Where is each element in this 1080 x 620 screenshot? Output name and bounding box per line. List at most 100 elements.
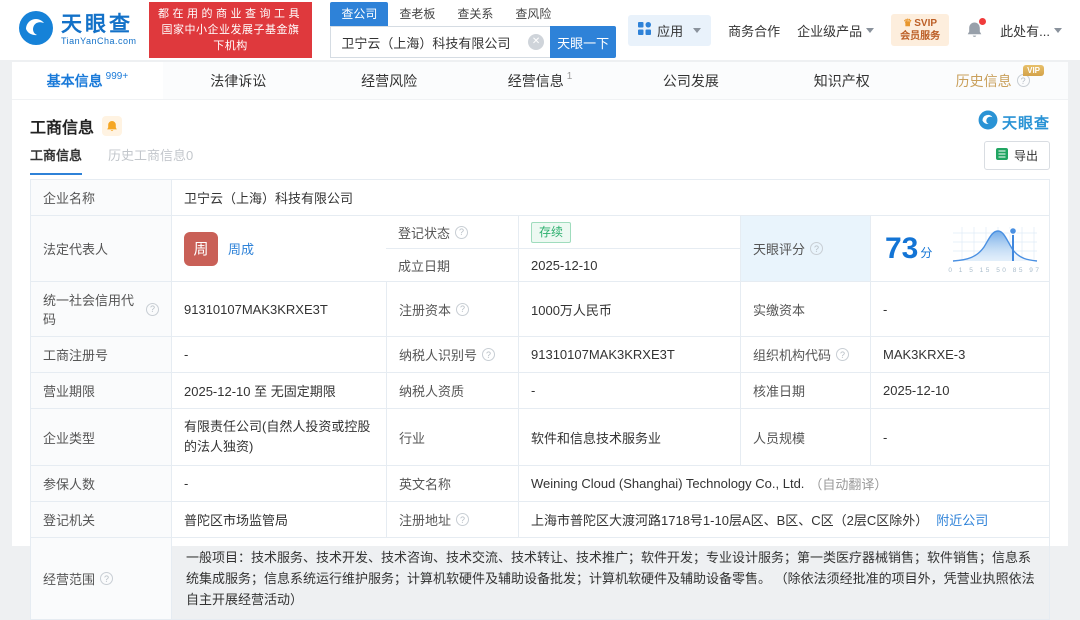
label-text: 注册资本 bbox=[399, 302, 452, 318]
approve-date-value: 2025-12-10 bbox=[870, 373, 1049, 408]
search-input[interactable] bbox=[330, 26, 551, 58]
score-value: 73 bbox=[885, 231, 919, 265]
subtab-history-business-info[interactable]: 历史工商信息0 bbox=[108, 145, 193, 175]
reg-no-label: 工商注册号 bbox=[31, 337, 171, 372]
export-button[interactable]: 导出 bbox=[983, 141, 1050, 170]
nav-business-cooperation[interactable]: 商务合作 bbox=[728, 21, 780, 40]
business-scope-label: 经营范围 bbox=[31, 538, 171, 619]
paid-capital-value: - bbox=[870, 282, 1049, 336]
english-name-cell: Weining Cloud (Shanghai) Technology Co.,… bbox=[518, 466, 1049, 501]
business-scope-value: 一般项目：技术服务、技术开发、技术咨询、技术交流、技术转让、技术推广；软件开发；… bbox=[171, 538, 1049, 619]
username: 此处有... bbox=[1000, 23, 1050, 39]
subtab-row: 工商信息 历史工商信息0 导出 bbox=[30, 139, 1050, 175]
score-cell[interactable]: 73 分 0 1 5 15 50 85 97 bbox=[870, 216, 1056, 281]
tianyancha-logo[interactable]: 天眼查 TianYanCha.com bbox=[18, 10, 137, 51]
enterprise-products-label: 企业级产品 bbox=[797, 23, 863, 39]
reg-capital-value: 1000万人民币 bbox=[518, 282, 740, 336]
approve-date-label: 核准日期 bbox=[740, 373, 870, 408]
nav-enterprise-products[interactable]: 企业级产品 bbox=[797, 21, 875, 40]
table-row: 经营范围 一般项目：技术服务、技术开发、技术咨询、技术交流、技术转让、技术推广；… bbox=[31, 537, 1049, 619]
help-icon[interactable] bbox=[482, 348, 496, 361]
user-menu[interactable]: 此处有... bbox=[1000, 21, 1062, 40]
top-header: 天眼查 TianYanCha.com 都在用的商业查询工具 国家中小企业发展子基… bbox=[0, 0, 1080, 60]
uscc-value: 91310107MAK3KRXE3T bbox=[171, 282, 386, 336]
company-type-label: 企业类型 bbox=[31, 409, 171, 465]
english-name-label: 英文名称 bbox=[386, 466, 518, 501]
company-name-label: 企业名称 bbox=[31, 180, 171, 215]
tab-company-development[interactable]: 公司发展 bbox=[615, 62, 766, 99]
subtab-business-info[interactable]: 工商信息 bbox=[30, 145, 83, 175]
taxpayer-id-value: 91310107MAK3KRXE3T bbox=[518, 337, 740, 372]
tab-label: 法律诉讼 bbox=[210, 72, 267, 89]
logo-title: 天眼查 bbox=[61, 13, 133, 36]
table-row: 企业名称 卫宁云（上海）科技有限公司 bbox=[31, 180, 1049, 215]
reg-status-cell: 存续 bbox=[518, 216, 740, 248]
company-card: 基本信息 999+ 法律诉讼 经营风险 经营信息 1 公司发展 知识产权 历史信… bbox=[12, 62, 1068, 620]
tianyancha-watermark-icon bbox=[978, 110, 998, 134]
help-icon[interactable] bbox=[100, 572, 114, 585]
legal-rep-avatar[interactable]: 周 bbox=[184, 231, 218, 266]
tab-label: 公司发展 bbox=[662, 72, 719, 89]
slogan-badge: 都在用的商业查询工具 国家中小企业发展子基金旗下机构 bbox=[148, 2, 313, 58]
industry-label: 行业 bbox=[386, 409, 518, 465]
label-text: 经营范围 bbox=[43, 572, 96, 587]
search-tab-boss[interactable]: 查老板 bbox=[388, 2, 446, 26]
tab-operation-info[interactable]: 经营信息 1 bbox=[465, 62, 616, 99]
legal-rep-link[interactable]: 周成 bbox=[228, 239, 254, 258]
org-code-value: MAK3KRXE-3 bbox=[870, 337, 1049, 372]
tab-label: 历史信息 bbox=[955, 72, 1012, 89]
search-button[interactable]: 天眼一下 bbox=[550, 26, 617, 58]
help-icon[interactable] bbox=[456, 302, 470, 316]
score-distribution-chart: 0 1 5 15 50 85 97 99 100 bbox=[948, 223, 1042, 274]
taxpayer-id-label: 纳税人识别号 bbox=[386, 337, 518, 372]
est-date-label: 成立日期 bbox=[398, 258, 451, 274]
tab-count-badge: 999+ bbox=[105, 70, 129, 82]
label-text: 天眼评分 bbox=[753, 242, 806, 257]
tab-label: 经营风险 bbox=[361, 72, 418, 89]
reg-status-label: 登记状态 bbox=[386, 216, 518, 248]
tianyancha-watermark: 天眼查 bbox=[978, 110, 1050, 134]
tab-legal-proceedings[interactable]: 法律诉讼 bbox=[163, 62, 314, 99]
svip-label: SVIP bbox=[914, 18, 938, 29]
search-tab-company[interactable]: 查公司 bbox=[330, 2, 389, 26]
nearby-companies-link[interactable]: 附近公司 bbox=[936, 510, 988, 529]
table-row: 法定代表人 周 周成 登记状态 存续 bbox=[31, 215, 1049, 281]
company-name-value: 卫宁云（上海）科技有限公司 bbox=[171, 180, 1049, 215]
table-row: 工商注册号 - 纳税人识别号 91310107MAK3KRXE3T 组织机构代码… bbox=[31, 336, 1049, 372]
reg-no-value: - bbox=[171, 337, 386, 372]
announcement-bell-icon[interactable] bbox=[102, 116, 123, 136]
insured-count-value: - bbox=[171, 466, 386, 501]
tab-operation-risk[interactable]: 经营风险 bbox=[314, 62, 465, 99]
tab-basic-info[interactable]: 基本信息 999+ bbox=[12, 62, 163, 99]
company-type-value: 有限责任公司(自然人投资或控股的法人独资) bbox=[171, 409, 386, 465]
help-icon[interactable] bbox=[146, 302, 159, 316]
tab-intellectual-property[interactable]: 知识产权 bbox=[766, 62, 917, 99]
search-area: 查公司 查老板 查关系 查风险 ✕ 天眼一下 bbox=[330, 2, 617, 58]
clear-icon[interactable]: ✕ bbox=[528, 34, 545, 50]
search-tab-relation[interactable]: 查关系 bbox=[446, 2, 504, 26]
reg-capital-label: 注册资本 bbox=[386, 282, 518, 336]
staff-size-value: - bbox=[870, 409, 1049, 465]
org-code-label: 组织机构代码 bbox=[740, 337, 870, 372]
term-value: 2025-12-10 至 无固定期限 bbox=[171, 373, 386, 408]
search-tab-risk[interactable]: 查风险 bbox=[504, 2, 562, 26]
address-label: 注册地址 bbox=[386, 502, 518, 537]
help-icon[interactable] bbox=[810, 242, 824, 255]
help-icon[interactable] bbox=[456, 513, 470, 526]
help-icon[interactable] bbox=[455, 225, 469, 239]
notification-dot bbox=[979, 18, 987, 25]
apps-button[interactable]: 应用 bbox=[628, 14, 712, 46]
taxpayer-qual-label: 纳税人资质 bbox=[386, 373, 518, 408]
tab-history-info[interactable]: 历史信息 VIP bbox=[917, 62, 1068, 99]
svip-membership-badge[interactable]: ♛ SVIP 会员服务 bbox=[891, 14, 950, 46]
authority-value: 普陀区市场监管局 bbox=[171, 502, 386, 537]
notification-bell-icon[interactable] bbox=[966, 18, 987, 39]
svip-sublabel: 会员服务 bbox=[900, 31, 941, 42]
tianyancha-logo-icon bbox=[18, 10, 54, 51]
paid-capital-label: 实缴资本 bbox=[740, 282, 870, 336]
business-info-section: 工商信息 天眼查 工商信息 历史工商信息0 导出 企业名称 卫宁云（上海）科技有… bbox=[12, 100, 1068, 620]
uscc-label: 统一社会信用代码 bbox=[31, 282, 171, 336]
help-icon[interactable] bbox=[836, 348, 850, 361]
label-text: 注册地址 bbox=[399, 513, 452, 528]
table-row: 参保人数 - 英文名称 Weining Cloud (Shanghai) Tec… bbox=[31, 465, 1049, 501]
